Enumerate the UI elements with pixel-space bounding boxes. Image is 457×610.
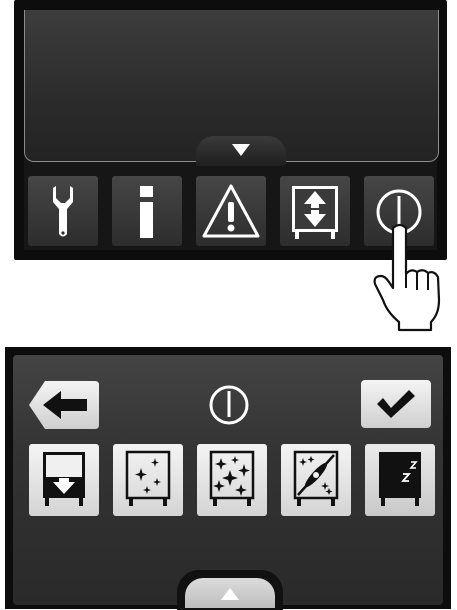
confirm-button[interactable] [361,380,431,428]
info-button[interactable] [112,176,182,246]
expand-tab[interactable] [196,136,286,166]
door-lift-button[interactable] [280,176,350,246]
sparkle-small-icon [125,450,171,506]
bottom-control-panel [5,347,451,610]
chevron-down-icon [232,144,250,156]
power-icon [209,385,249,425]
collapse-tab[interactable] [185,578,275,608]
back-button[interactable] [29,381,99,429]
sparkle-large-icon [209,450,255,506]
mode-sparkle-large-button[interactable] [197,444,267,516]
warning-icon [202,184,260,238]
mode-sleep-button[interactable] [365,444,435,516]
arrow-left-icon [29,381,99,429]
chevron-up-icon [221,588,239,600]
wrench-icon [53,186,73,237]
service-button[interactable] [28,176,98,246]
warning-button[interactable] [196,176,266,246]
sleep-icon [379,452,421,506]
info-icon [140,186,153,238]
sparkle-fan-icon [293,450,339,506]
bottom-screen [13,355,443,610]
top-control-panel [14,0,447,260]
checkmark-icon [377,390,415,418]
mode-tray-down-button[interactable] [29,444,99,516]
mode-sparkle-fan-button[interactable] [281,444,351,516]
tray-down-icon [43,452,85,506]
top-screen [24,10,439,250]
pointing-hand-icon [373,223,441,332]
mode-sparkle-small-button[interactable] [113,444,183,516]
door-lift-icon [292,186,338,239]
